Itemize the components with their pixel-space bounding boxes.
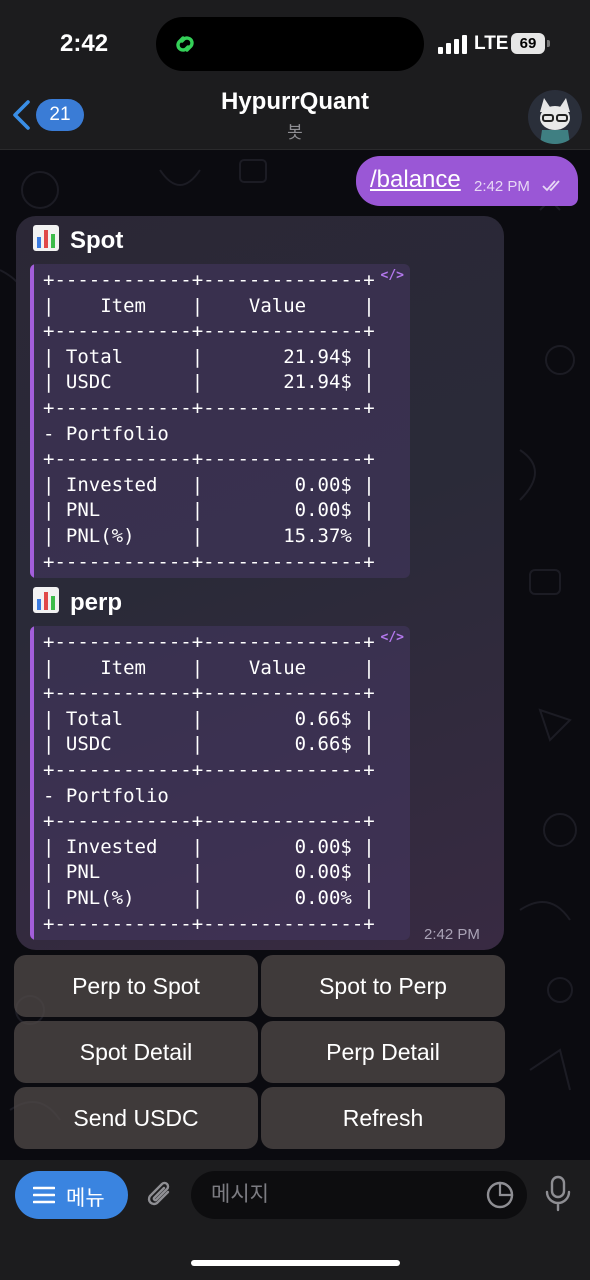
- send-usdc-button[interactable]: Send USDC: [14, 1087, 258, 1149]
- microphone-icon[interactable]: [544, 1175, 572, 1213]
- incoming-time: 2:42 PM: [424, 926, 480, 943]
- chart-emoji-icon: [33, 225, 59, 251]
- bot-avatar[interactable]: [528, 90, 582, 144]
- hamburger-icon: [33, 1186, 55, 1204]
- section-title-spot: Spot: [32, 224, 123, 255]
- status-bar: 2:42 LTE 69: [0, 0, 590, 88]
- home-indicator: [191, 1260, 400, 1266]
- battery-level: 69: [511, 33, 545, 54]
- code-icon[interactable]: </>: [381, 630, 404, 645]
- input-bar: 메뉴: [0, 1160, 590, 1280]
- code-accent-bar: [30, 626, 34, 940]
- status-time: 2:42: [60, 30, 109, 57]
- menu-label: 메뉴: [66, 1187, 105, 1210]
- chat-title[interactable]: HypurrQuant: [0, 88, 590, 116]
- perp-to-spot-button[interactable]: Perp to Spot: [14, 955, 258, 1017]
- sticker-icon[interactable]: [485, 1180, 515, 1210]
- double-check-icon: [542, 180, 560, 192]
- paperclip-icon[interactable]: [144, 1178, 176, 1212]
- refresh-button[interactable]: Refresh: [261, 1087, 505, 1149]
- chart-emoji-icon: [33, 587, 59, 613]
- network-type: LTE: [474, 33, 509, 54]
- spot-detail-button[interactable]: Spot Detail: [14, 1021, 258, 1083]
- menu-button[interactable]: 메뉴: [15, 1171, 128, 1219]
- section-title-perp: perp: [32, 586, 122, 617]
- signal-icon: [438, 34, 468, 54]
- section-title-text: perp: [70, 589, 123, 616]
- chain-link-icon: [176, 36, 194, 52]
- spot-balance-table: +------------+--------------+ | Item | V…: [43, 269, 375, 573]
- chat-subtitle: 봇: [287, 123, 303, 142]
- chat-header: 21 HypurrQuant 봇: [0, 88, 590, 150]
- perp-balance-table: +------------+--------------+ | Item | V…: [43, 631, 375, 935]
- spot-code-block[interactable]: </> +------------+--------------+ | Item…: [30, 264, 410, 578]
- incoming-message[interactable]: Spot </> +------------+--------------+ |…: [16, 216, 504, 950]
- code-accent-bar: [30, 264, 34, 578]
- dynamic-island: [156, 17, 424, 71]
- message-input[interactable]: [191, 1171, 527, 1219]
- spot-to-perp-button[interactable]: Spot to Perp: [261, 955, 505, 1017]
- perp-detail-button[interactable]: Perp Detail: [261, 1021, 505, 1083]
- code-icon[interactable]: </>: [381, 268, 404, 283]
- chat-area[interactable]: /balance 2:42 PM Spot </> +------------+…: [0, 150, 590, 1160]
- cat-avatar-icon: [528, 90, 582, 144]
- perp-code-block[interactable]: </> +------------+--------------+ | Item…: [30, 626, 410, 940]
- outgoing-message[interactable]: /balance 2:42 PM: [356, 156, 578, 206]
- outgoing-time: 2:42 PM: [474, 178, 530, 195]
- battery-tip: [547, 40, 550, 47]
- section-title-text: Spot: [70, 227, 124, 254]
- outgoing-command-link[interactable]: /balance: [370, 166, 461, 194]
